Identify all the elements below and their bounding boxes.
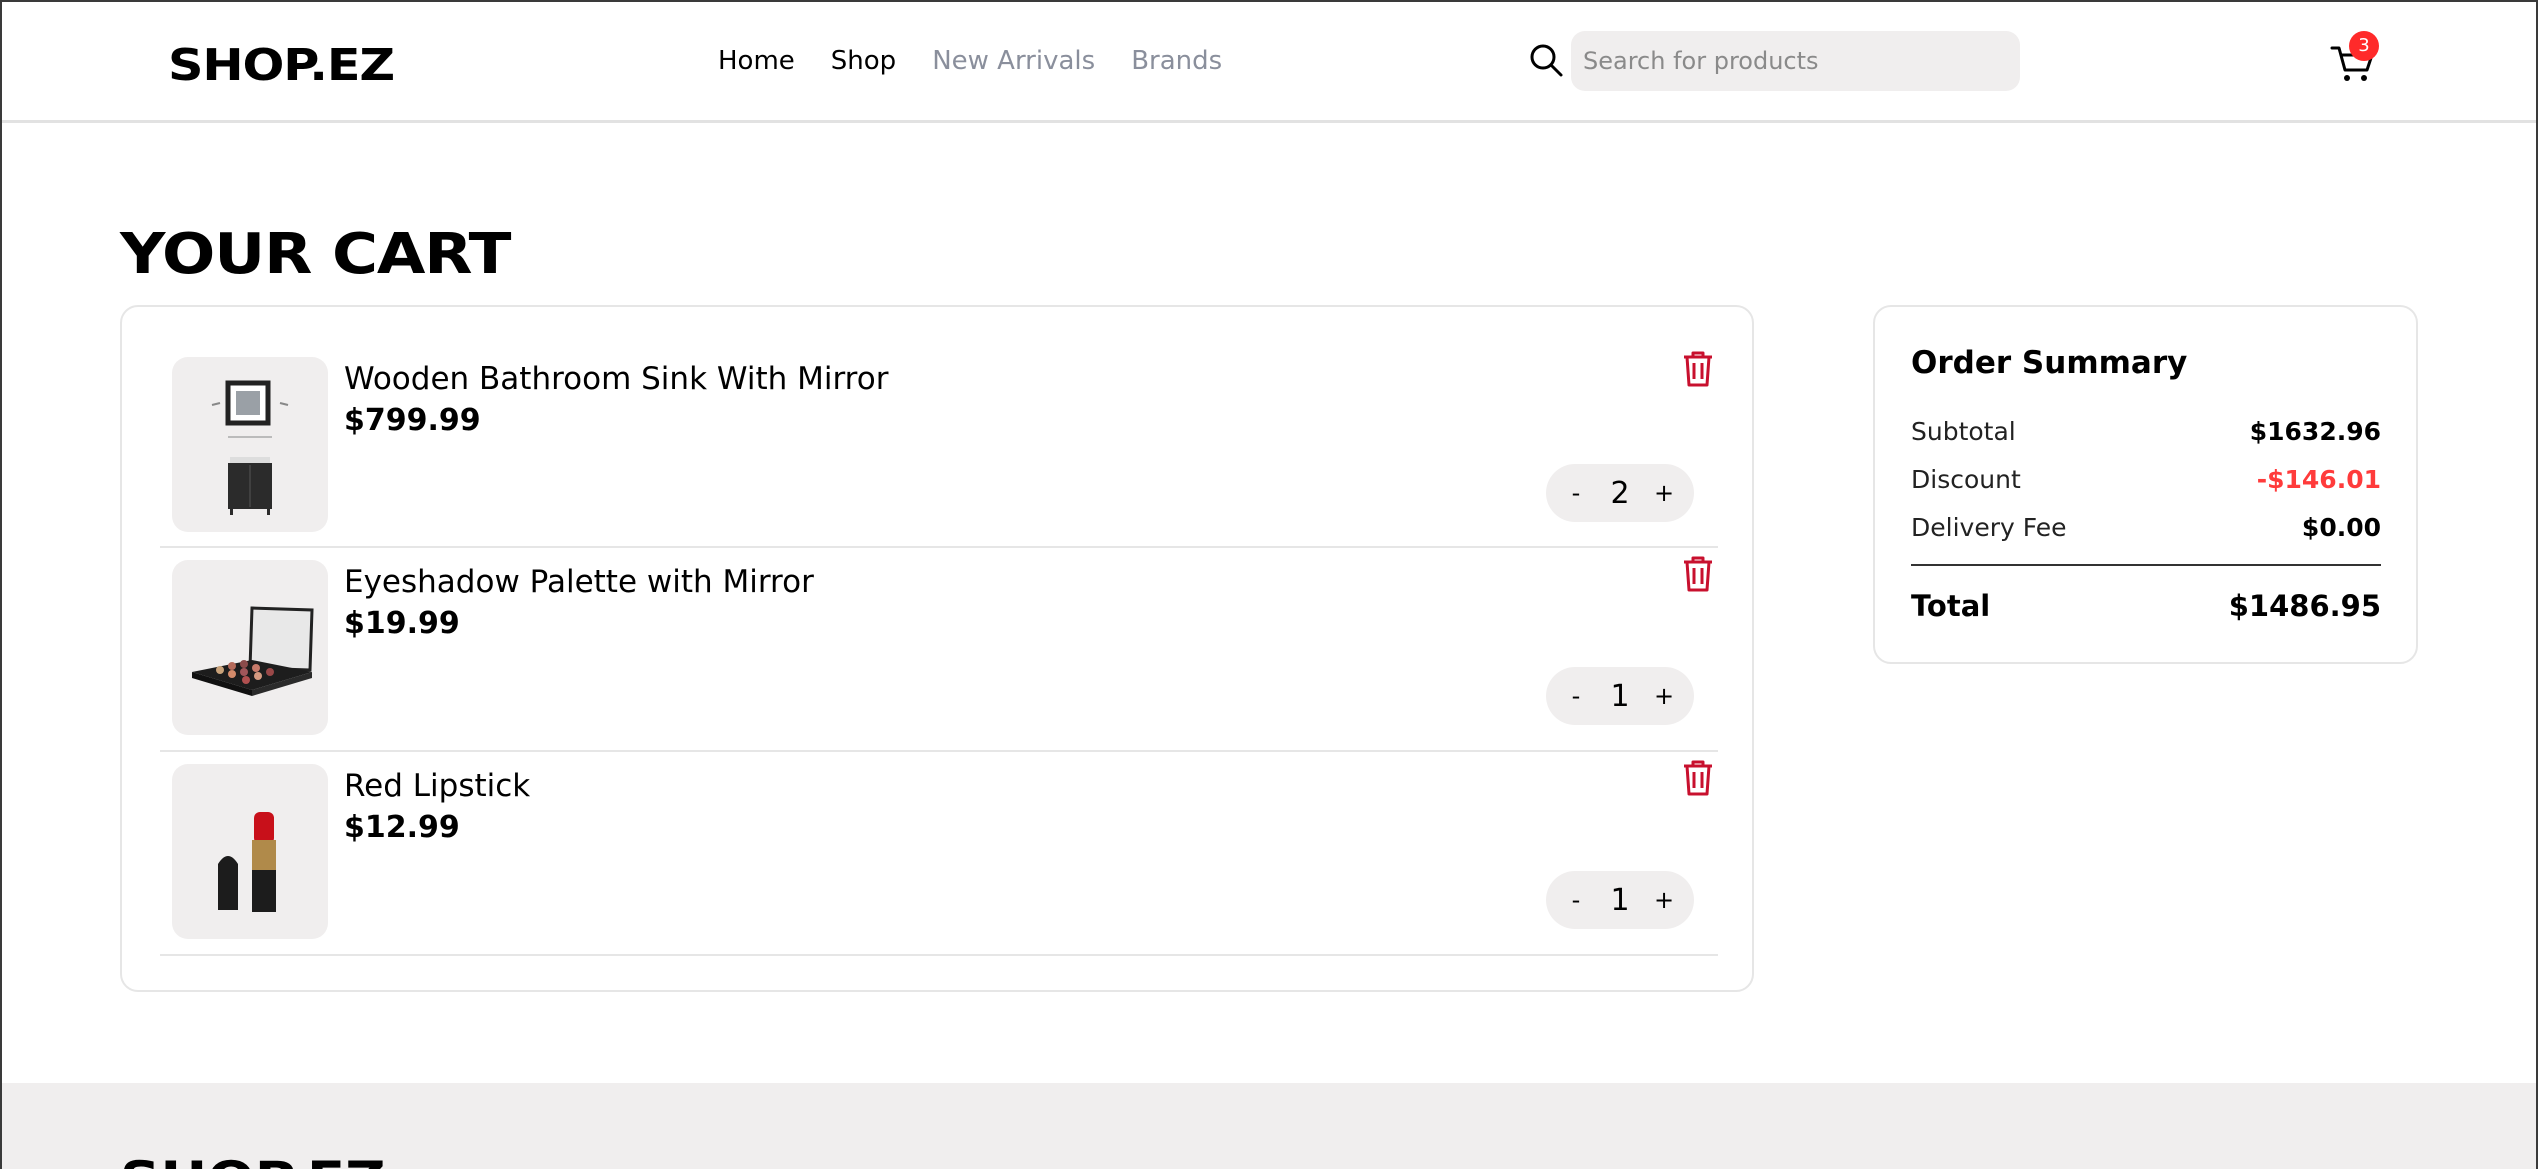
increase-qty-button[interactable]: + [1652,682,1676,710]
total-row: Total $1486.95 [1911,589,2381,623]
product-image [211,380,289,515]
delivery-fee-value: $0.00 [2301,513,2381,542]
increase-qty-button[interactable]: + [1652,886,1676,914]
item-price: $19.99 [344,606,460,641]
cart-count-badge: 3 [2349,31,2379,61]
lipstick-image[interactable] [172,764,328,939]
increase-qty-button[interactable]: + [1652,479,1676,507]
quantity-value: 2 [1610,475,1630,511]
delivery-fee-row: Delivery Fee $0.00 [1911,513,2381,542]
cart-item: Wooden Bathroom Sink With Mirror $799.99… [160,307,1718,548]
subtotal-row: Subtotal $1632.96 [1911,417,2381,446]
order-summary-panel: Order Summary Subtotal $1632.96 Discount… [1873,305,2418,664]
eyeshadow-palette-image[interactable] [172,560,328,735]
item-price: $799.99 [344,403,481,438]
order-summary-title: Order Summary [1911,345,2188,381]
trash-icon[interactable] [1680,554,1716,594]
item-name: Wooden Bathroom Sink With Mirror [344,361,889,397]
summary-divider [1911,564,2381,566]
quantity-value: 1 [1610,882,1630,918]
subtotal-label: Subtotal [1911,417,2016,446]
trash-icon[interactable] [1680,758,1716,798]
footer-logo: SHOP.EZ [120,1151,386,1169]
page-title: YOUR CART [120,222,511,287]
delivery-fee-label: Delivery Fee [1911,513,2067,542]
total-label: Total [1911,589,1991,623]
decrease-qty-button[interactable]: - [1564,479,1588,507]
site-header: SHOP.EZ Home Shop New Arrivals Brands [2,2,2536,123]
subtotal-value: $1632.96 [2249,417,2381,446]
nav-new-arrivals[interactable]: New Arrivals [932,46,1095,76]
item-price: $12.99 [344,810,460,845]
nav-shop[interactable]: Shop [831,46,896,76]
trash-icon[interactable] [1680,349,1716,389]
quantity-stepper: - 2 + [1546,464,1694,522]
cart-item: Red Lipstick $12.99 - 1 + [160,752,1718,956]
site-logo[interactable]: SHOP.EZ [168,40,395,91]
decrease-qty-button[interactable]: - [1564,886,1588,914]
discount-label: Discount [1911,465,2021,494]
discount-row: Discount -$146.01 [1911,465,2381,494]
search-icon[interactable] [1528,42,1564,78]
product-image [192,606,314,696]
main-nav: Home Shop New Arrivals Brands [718,46,1222,76]
quantity-stepper: - 1 + [1546,871,1694,929]
decrease-qty-button[interactable]: - [1564,682,1588,710]
item-name: Red Lipstick [344,768,531,804]
search-input[interactable] [1571,31,2020,91]
nav-brands[interactable]: Brands [1131,46,1222,76]
product-image [218,812,276,912]
cart-items-panel: Wooden Bathroom Sink With Mirror $799.99… [120,305,1754,992]
bathroom-sink-image[interactable] [172,357,328,532]
quantity-value: 1 [1610,678,1630,714]
cart-item: Eyeshadow Palette with Mirror $19.99 - 1… [160,548,1718,752]
nav-home[interactable]: Home [718,46,795,76]
discount-value: -$146.01 [2256,465,2381,494]
item-name: Eyeshadow Palette with Mirror [344,564,814,600]
total-value: $1486.95 [2228,589,2381,623]
quantity-stepper: - 1 + [1546,667,1694,725]
site-footer: SHOP.EZ [2,1083,2536,1169]
